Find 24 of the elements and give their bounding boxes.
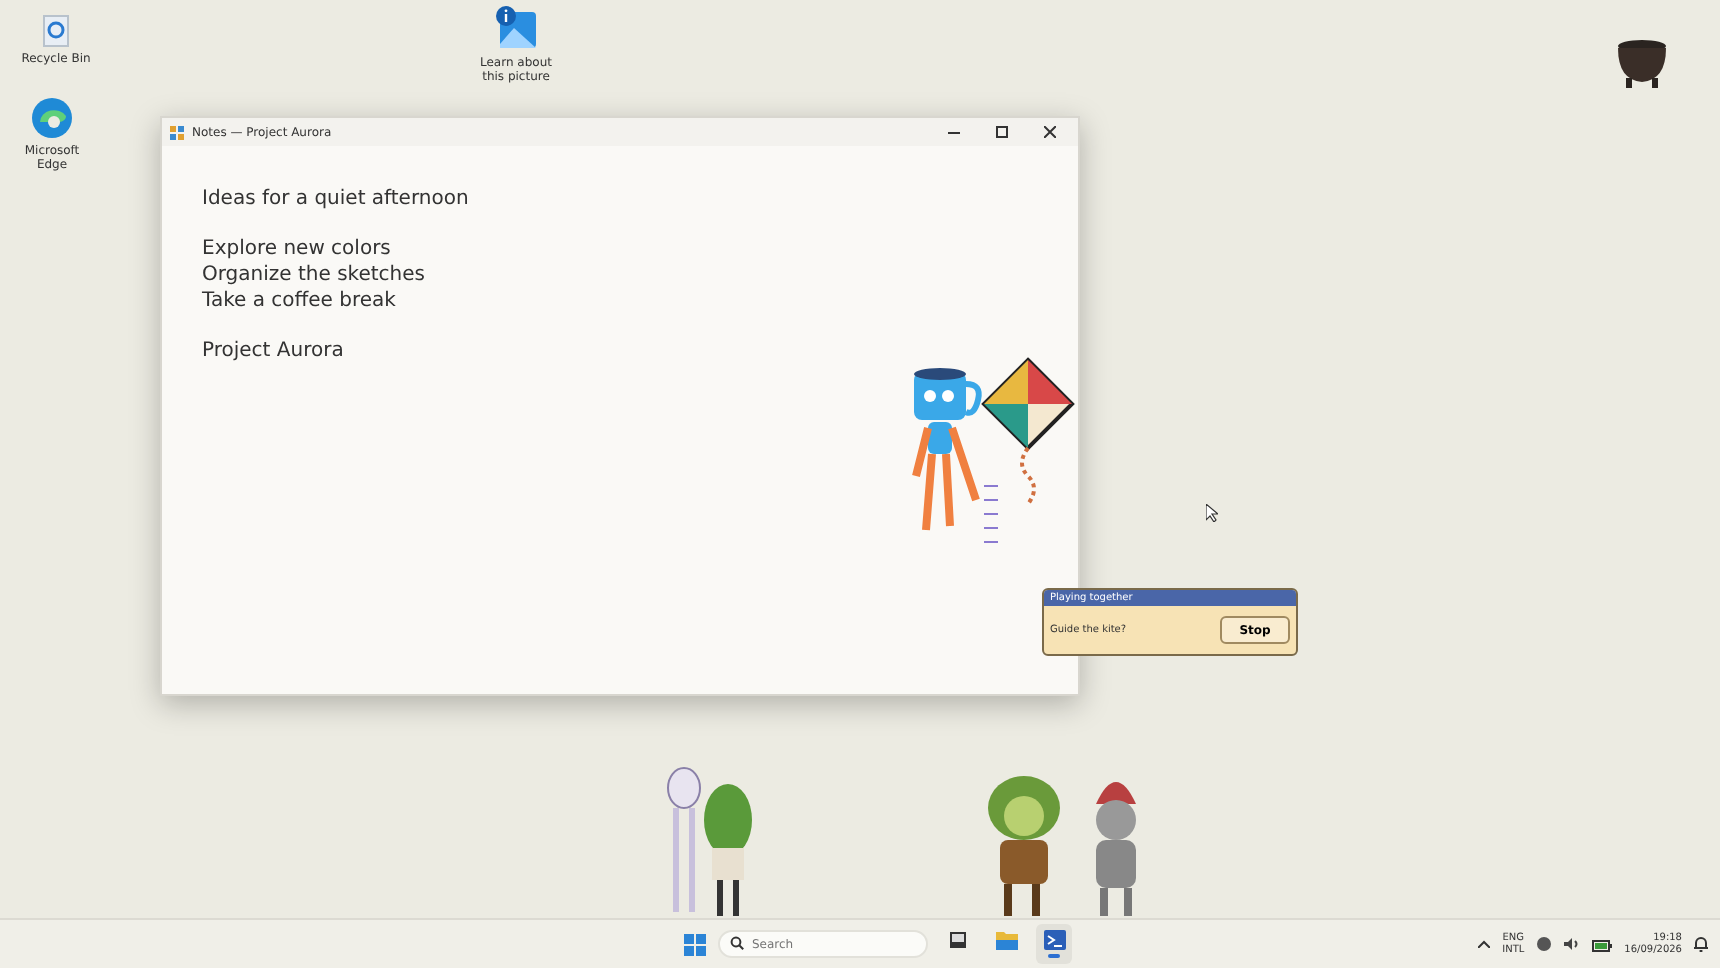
picture-info-icon	[492, 4, 540, 52]
note-line: Take a coffee break	[202, 288, 396, 314]
note-line: Ideas for a quiet afternoon	[202, 186, 469, 212]
taskbar-app-button[interactable]	[1036, 924, 1072, 964]
app-icon	[170, 125, 184, 139]
chevron-up-icon[interactable]	[1478, 940, 1491, 948]
browser-icon	[30, 96, 74, 140]
minimize-icon	[948, 131, 960, 133]
recycle-bin-icon	[40, 12, 72, 48]
notification-bell-icon[interactable]	[1694, 936, 1708, 952]
cursor-icon	[1206, 504, 1218, 522]
folder-icon	[995, 930, 1017, 950]
note-line: Organize the sketches	[202, 262, 425, 288]
window-icon	[948, 930, 968, 950]
note-line: Explore new colors	[202, 236, 391, 262]
windows-start-icon[interactable]	[684, 933, 706, 955]
cauldron-drawing	[1612, 36, 1672, 92]
close-icon	[1044, 126, 1056, 138]
battery-icon[interactable]	[1592, 937, 1613, 951]
search-icon	[730, 936, 744, 950]
maximize-icon	[996, 126, 1008, 138]
terminal-icon	[1043, 930, 1065, 950]
note-line: Project Aurora	[202, 338, 344, 364]
speaker-icon[interactable]	[1564, 936, 1581, 952]
